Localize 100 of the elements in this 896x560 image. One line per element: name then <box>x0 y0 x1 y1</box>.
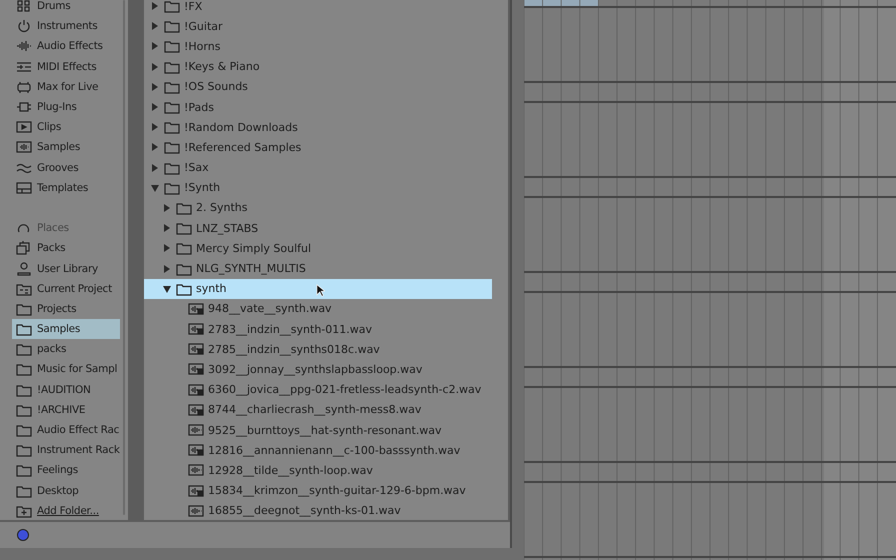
browser-item[interactable]: !FX <box>144 0 508 16</box>
expand-arrow-icon[interactable] <box>150 82 160 92</box>
sample-file-icon <box>188 423 204 438</box>
sample-file-icon <box>188 463 204 478</box>
add-folder-icon <box>16 504 32 518</box>
sidebar-item[interactable]: Packs <box>12 238 120 258</box>
expand-arrow-icon[interactable] <box>150 1 160 12</box>
sidebar-item[interactable]: Desktop <box>12 480 120 501</box>
folder-icon <box>16 302 32 316</box>
sidebar-item[interactable]: packs <box>12 339 120 360</box>
folder-icon <box>16 484 32 498</box>
folder-icon <box>164 160 180 175</box>
browser-item[interactable]: !Referenced Samples <box>144 137 508 158</box>
packs-icon <box>16 241 32 256</box>
clip-icon <box>16 120 32 134</box>
sidebar-item[interactable]: Feelings <box>12 460 120 480</box>
browser-item[interactable]: 2. Synths <box>144 198 508 218</box>
expand-arrow-icon[interactable] <box>150 122 160 132</box>
browser-item[interactable]: !Random Downloads <box>144 117 508 138</box>
folder-icon <box>176 200 192 215</box>
grid-icon <box>16 0 32 14</box>
sidebar-item[interactable]: Plug-Ins <box>12 96 120 118</box>
sidebar-item[interactable]: Templates <box>12 178 120 198</box>
browser-item[interactable]: Mercy Simply Soulful <box>144 238 508 258</box>
expand-arrow-icon[interactable] <box>150 142 160 152</box>
expand-arrow-icon[interactable] <box>162 264 172 274</box>
browser-item[interactable]: 3092__jonnay__synthslapbassloop.wav <box>144 359 508 380</box>
browser-item[interactable]: !Pads <box>144 96 508 118</box>
browser-item[interactable]: !OS Sounds <box>144 76 508 97</box>
sidebar-item[interactable]: User Library <box>12 258 120 279</box>
browser-item[interactable]: !Guitar <box>144 16 508 36</box>
project-folder-icon <box>16 282 32 296</box>
sample-icon <box>16 140 32 154</box>
browser-item[interactable]: synth <box>144 278 492 299</box>
sidebar-item[interactable]: Instrument Rack <box>12 440 120 460</box>
folder-icon <box>164 60 180 74</box>
browser-item[interactable]: 6360__jovica__ppg-021-fretless-leadsynth-c2.wav <box>144 380 508 400</box>
folder-icon <box>16 362 32 376</box>
sidebar-item[interactable]: Audio Effect Rac <box>12 420 120 440</box>
sidebar-item[interactable]: Max for Live <box>12 76 120 97</box>
expand-arrow-icon[interactable] <box>150 21 160 32</box>
browser-item[interactable]: 16855__deegnot__synth-ks-01.wav <box>144 500 508 520</box>
sidebar-item[interactable]: Clips <box>12 117 120 138</box>
collapse-arrow-icon[interactable] <box>162 284 172 294</box>
browser-item[interactable]: !Keys & Piano <box>144 56 508 77</box>
device-icon <box>16 80 32 94</box>
sidebar-item[interactable]: Instruments <box>12 16 120 36</box>
folder-icon <box>16 423 32 438</box>
expand-arrow-icon[interactable] <box>150 102 160 112</box>
browser-item[interactable]: 12816__annannienann__c-100-basssynth.wav <box>144 440 508 460</box>
browser-item[interactable]: 2783__indzin__synth-011.wav <box>144 319 508 340</box>
sidebar-item[interactable]: Music for Sampl <box>12 359 120 380</box>
browser-item[interactable]: !Horns <box>144 36 508 57</box>
expand-arrow-icon[interactable] <box>162 223 172 234</box>
sidebar-item[interactable]: Samples <box>12 319 120 340</box>
folder-icon <box>164 0 180 14</box>
sidebar-item[interactable]: MIDI Effects <box>12 56 120 77</box>
sidebar-item[interactable]: Audio Effects <box>12 36 120 57</box>
folder-icon <box>164 80 180 94</box>
add-folder-link[interactable]: Add Folder... <box>37 504 99 517</box>
browser-item[interactable]: NLG_SYNTH_MULTIS <box>144 258 508 279</box>
sidebar-item[interactable]: Projects <box>12 298 120 319</box>
expand-arrow-icon[interactable] <box>162 202 172 213</box>
sample-file-icon <box>188 443 204 458</box>
sidebar-item[interactable]: Drums <box>12 0 120 16</box>
expand-arrow-icon[interactable] <box>150 41 160 52</box>
expand-arrow-icon[interactable] <box>162 243 172 254</box>
folder-icon <box>164 100 180 114</box>
pointer-icon <box>316 284 325 297</box>
browser-item[interactable]: 8744__charliecrash__synth-mess8.wav <box>144 400 508 420</box>
sidebar-item[interactable]: !AUDITION <box>12 380 120 400</box>
expand-arrow-icon[interactable] <box>150 162 160 173</box>
browser-item[interactable]: LNZ_STABS <box>144 218 508 238</box>
sample-file-icon <box>188 342 204 356</box>
browser-item[interactable]: 2785__indzin__synths018c.wav <box>144 339 508 360</box>
folder-icon <box>164 120 180 134</box>
browser-item[interactable]: !Sax <box>144 158 508 178</box>
sample-file-icon <box>188 362 204 376</box>
browser-item[interactable]: !Synth <box>144 178 508 198</box>
template-icon <box>16 180 32 195</box>
sidebar-item[interactable]: Grooves <box>12 158 120 178</box>
browser-item[interactable]: 9525__burnttoys__hat-synth-resonant.wav <box>144 420 508 440</box>
sidebar-item[interactable]: Samples <box>12 137 120 158</box>
folder-icon <box>16 402 32 417</box>
folder-icon <box>176 241 192 256</box>
folder-icon <box>16 322 32 336</box>
folder-icon <box>164 140 180 154</box>
browser-item[interactable]: 15834__krimzon__synth-guitar-129-6-bpm.wav <box>144 480 508 501</box>
browser-item[interactable]: 12928__tilde__synth-loop.wav <box>144 460 508 480</box>
user-icon <box>16 262 32 276</box>
folder-icon <box>176 221 192 236</box>
sample-file-icon <box>188 322 204 336</box>
sample-file-icon <box>188 504 204 518</box>
sidebar-item[interactable]: Current Project <box>12 278 120 299</box>
expand-arrow-icon[interactable] <box>150 62 160 72</box>
status-indicator[interactable] <box>17 529 29 541</box>
folder-icon <box>16 342 32 356</box>
waveform-icon <box>16 39 32 54</box>
browser-item[interactable]: 948__vate__synth.wav <box>144 298 508 319</box>
sidebar-item[interactable]: !ARCHIVE <box>12 400 120 420</box>
